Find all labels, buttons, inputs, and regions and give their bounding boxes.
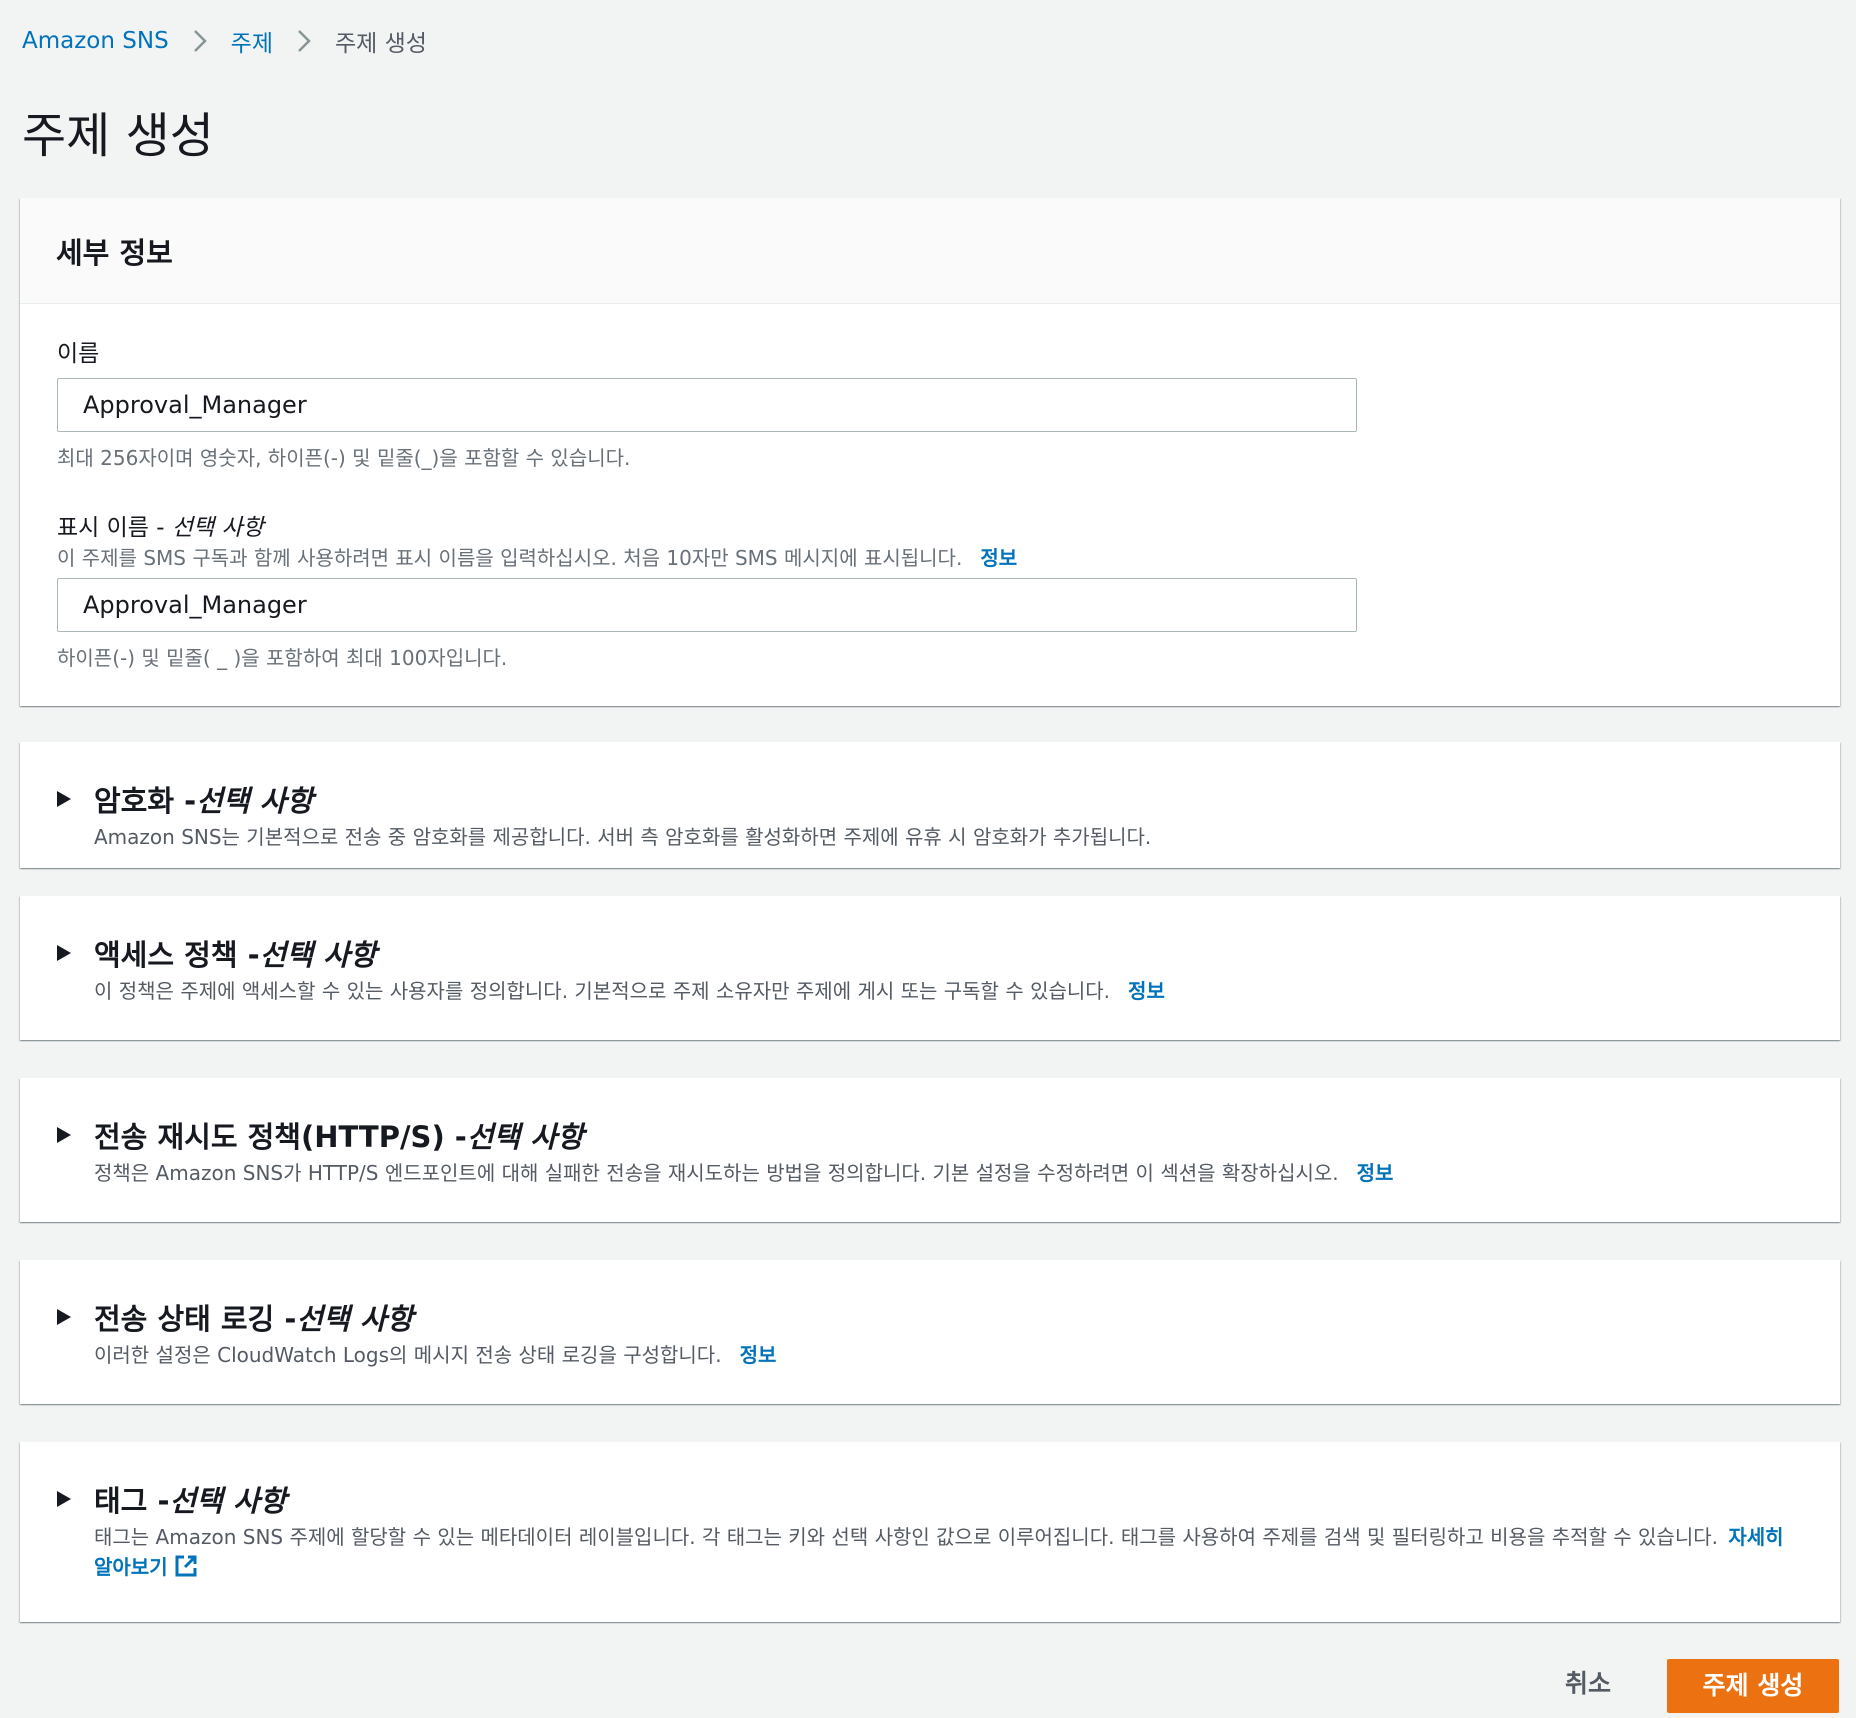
encryption-desc: Amazon SNS는 기본적으로 전송 중 암호화를 제공합니다. 서버 측 … bbox=[94, 825, 1152, 849]
delivery-retry-info-link[interactable]: 정보 bbox=[1357, 1161, 1394, 1185]
tags-panel: 태그 - 선택 사항 태그는 Amazon SNS 주제에 할당할 수 있는 메… bbox=[20, 1442, 1840, 1622]
breadcrumb-link-topics[interactable]: 주제 bbox=[231, 24, 273, 58]
delivery-logging-info-link[interactable]: 정보 bbox=[740, 1343, 777, 1367]
access-policy-optional: 선택 사항 bbox=[259, 938, 377, 972]
delivery-retry-expand-toggle[interactable]: 전송 재시도 정책(HTTP/S) - 선택 사항 bbox=[56, 1114, 584, 1156]
name-hint: 최대 256자이며 영숫자, 하이픈(-) 및 밑줄(_)을 포함할 수 있습니… bbox=[57, 446, 631, 470]
display-name-desc: 이 주제를 SMS 구독과 함께 사용하려면 표시 이름을 입력하십시오. 처음… bbox=[57, 542, 1017, 571]
access-policy-info-link[interactable]: 정보 bbox=[1128, 979, 1165, 1003]
delivery-retry-title: 전송 재시도 정책(HTTP/S) - bbox=[94, 1120, 467, 1154]
display-name-label: 표시 이름 - 선택 사항 bbox=[57, 508, 264, 542]
caret-right-icon bbox=[57, 791, 71, 807]
caret-right-icon bbox=[57, 1491, 71, 1507]
display-name-input[interactable] bbox=[57, 578, 1357, 632]
delivery-logging-optional: 선택 사항 bbox=[296, 1302, 414, 1336]
tags-desc-text: 태그는 Amazon SNS 주제에 할당할 수 있는 메타데이터 레이블입니다… bbox=[94, 1525, 1718, 1549]
display-name-optional: 선택 사항 bbox=[171, 515, 264, 541]
caret-right-icon bbox=[57, 1127, 71, 1143]
breadcrumb: Amazon SNS 주제 주제 생성 bbox=[22, 24, 427, 58]
delivery-logging-desc-text: 이러한 설정은 CloudWatch Logs의 메시지 전송 상태 로깅을 구… bbox=[94, 1343, 722, 1367]
delivery-retry-panel: 전송 재시도 정책(HTTP/S) - 선택 사항 정책은 Amazon SNS… bbox=[20, 1078, 1840, 1222]
access-policy-title: 액세스 정책 - bbox=[94, 938, 260, 972]
breadcrumb-link-sns[interactable]: Amazon SNS bbox=[22, 28, 169, 54]
tags-desc: 태그는 Amazon SNS 주제에 할당할 수 있는 메타데이터 레이블입니다… bbox=[94, 1522, 1800, 1582]
delivery-logging-title: 전송 상태 로깅 - bbox=[94, 1302, 297, 1336]
display-name-label-text: 표시 이름 - bbox=[57, 515, 172, 541]
encryption-panel: 암호화 - 선택 사항 Amazon SNS는 기본적으로 전송 중 암호화를 … bbox=[20, 742, 1840, 868]
caret-right-icon bbox=[57, 945, 71, 961]
delivery-logging-expand-toggle[interactable]: 전송 상태 로깅 - 선택 사항 bbox=[56, 1296, 413, 1338]
breadcrumb-current: 주제 생성 bbox=[335, 31, 427, 57]
delivery-logging-desc: 이러한 설정은 CloudWatch Logs의 메시지 전송 상태 로깅을 구… bbox=[94, 1340, 1800, 1370]
delivery-retry-desc-text: 정책은 Amazon SNS가 HTTP/S 엔드포인트에 대해 실패한 전송을… bbox=[94, 1161, 1339, 1185]
tags-title: 태그 - bbox=[94, 1484, 170, 1518]
encryption-optional: 선택 사항 bbox=[196, 784, 314, 818]
delivery-logging-panel: 전송 상태 로깅 - 선택 사항 이러한 설정은 CloudWatch Logs… bbox=[20, 1260, 1840, 1404]
cancel-button[interactable]: 취소 bbox=[1548, 1660, 1628, 1708]
access-policy-expand-toggle[interactable]: 액세스 정책 - 선택 사항 bbox=[56, 932, 376, 974]
details-panel: 세부 정보 이름 최대 256자이며 영숫자, 하이픈(-) 및 밑줄(_)을 … bbox=[20, 198, 1840, 706]
delivery-retry-desc: 정책은 Amazon SNS가 HTTP/S 엔드포인트에 대해 실패한 전송을… bbox=[94, 1158, 1800, 1188]
name-input[interactable] bbox=[57, 378, 1357, 432]
details-panel-header: 세부 정보 bbox=[20, 198, 1840, 304]
access-policy-panel: 액세스 정책 - 선택 사항 이 정책은 주제에 액세스할 수 있는 사용자를 … bbox=[20, 896, 1840, 1040]
access-policy-desc: 이 정책은 주제에 액세스할 수 있는 사용자를 정의합니다. 기본적으로 주제… bbox=[94, 976, 1800, 1006]
delivery-retry-optional: 선택 사항 bbox=[466, 1120, 584, 1154]
encryption-expand-toggle[interactable]: 암호화 - 선택 사항 bbox=[56, 778, 313, 820]
chevron-right-icon bbox=[273, 27, 335, 55]
tags-expand-toggle[interactable]: 태그 - 선택 사항 bbox=[56, 1478, 286, 1520]
page-title: 주제 생성 bbox=[22, 108, 214, 164]
display-name-info-link[interactable]: 정보 bbox=[980, 546, 1017, 570]
display-name-desc-text: 이 주제를 SMS 구독과 함께 사용하려면 표시 이름을 입력하십시오. 처음… bbox=[57, 546, 963, 570]
encryption-title: 암호화 - bbox=[94, 784, 197, 818]
tags-optional: 선택 사항 bbox=[169, 1484, 287, 1518]
external-link-icon bbox=[175, 1555, 197, 1577]
access-policy-desc-text: 이 정책은 주제에 액세스할 수 있는 사용자를 정의합니다. 기본적으로 주제… bbox=[94, 979, 1111, 1003]
caret-right-icon bbox=[57, 1309, 71, 1325]
create-topic-button[interactable]: 주제 생성 bbox=[1667, 1659, 1839, 1713]
name-label: 이름 bbox=[57, 341, 100, 367]
chevron-right-icon bbox=[169, 27, 231, 55]
details-title: 세부 정보 bbox=[56, 235, 173, 270]
display-name-hint: 하이픈(-) 및 밑줄( _ )을 포함하여 최대 100자입니다. bbox=[57, 646, 508, 670]
